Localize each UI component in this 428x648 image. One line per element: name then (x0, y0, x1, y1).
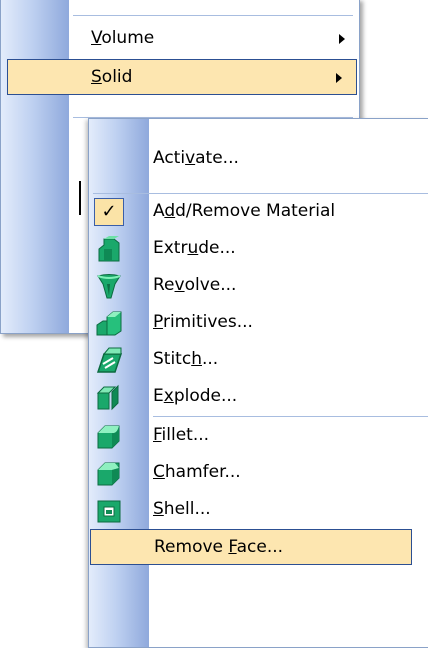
partial-hidden-item-border (79, 181, 81, 215)
explode-icon (96, 384, 119, 411)
menu-item-add-remove-material[interactable]: ✓ Add/Remove Material (89, 194, 428, 230)
menu-item-revolve-label: Revolve... (153, 275, 237, 295)
menu-item-add-remove-material-label: Add/Remove Material (153, 201, 336, 221)
menu-item-chamfer[interactable]: Chamfer... (89, 455, 428, 491)
menu-item-volume[interactable]: Volume (1, 21, 359, 57)
menu-item-activate-label: Activate... (153, 148, 239, 168)
primitives-icon (96, 311, 122, 336)
revolve-icon (97, 274, 121, 299)
check-icon: ✓ (94, 198, 124, 226)
menu-item-fillet-label: Fillet... (153, 425, 210, 445)
solid-submenu: Activate... ✓ Add/Remove Material Extrud… (88, 118, 428, 648)
submenu-arrow-icon (339, 34, 345, 44)
menu-item-stitch-label: Stitch... (153, 349, 219, 369)
extrude-icon (98, 236, 120, 262)
menu-item-extrude-label: Extrude... (153, 238, 236, 258)
separator (153, 416, 428, 417)
menu-item-volume-label: Volume (91, 28, 155, 48)
menu-item-shell[interactable]: Shell... (89, 492, 428, 528)
menu-item-activate[interactable]: Activate... (89, 141, 428, 177)
chamfer-icon (97, 462, 120, 486)
menu-item-primitives[interactable]: Primitives... (89, 305, 428, 341)
menu-item-explode-label: Explode... (153, 386, 238, 406)
menu-item-primitives-label: Primitives... (153, 312, 253, 332)
menu-item-shell-label: Shell... (153, 499, 211, 519)
menu-item-fillet[interactable]: Fillet... (89, 418, 428, 454)
menu-item-remove-face-label: Remove Face... (154, 537, 284, 557)
menu-item-remove-face[interactable]: Remove Face... (90, 529, 412, 565)
shell-icon (97, 500, 121, 523)
submenu-arrow-icon (336, 73, 342, 83)
menu-item-revolve[interactable]: Revolve... (89, 268, 428, 304)
menu-item-solid[interactable]: Solid (7, 59, 357, 95)
menu-item-explode[interactable]: Explode... (89, 379, 428, 415)
menu-item-chamfer-label: Chamfer... (153, 462, 241, 482)
separator (73, 15, 353, 16)
menu-item-stitch[interactable]: Stitch... (89, 342, 428, 378)
menu-item-extrude[interactable]: Extrude... (89, 231, 428, 267)
stitch-icon (96, 347, 123, 373)
menu-item-solid-label: Solid (91, 67, 133, 87)
fillet-icon (97, 425, 120, 449)
